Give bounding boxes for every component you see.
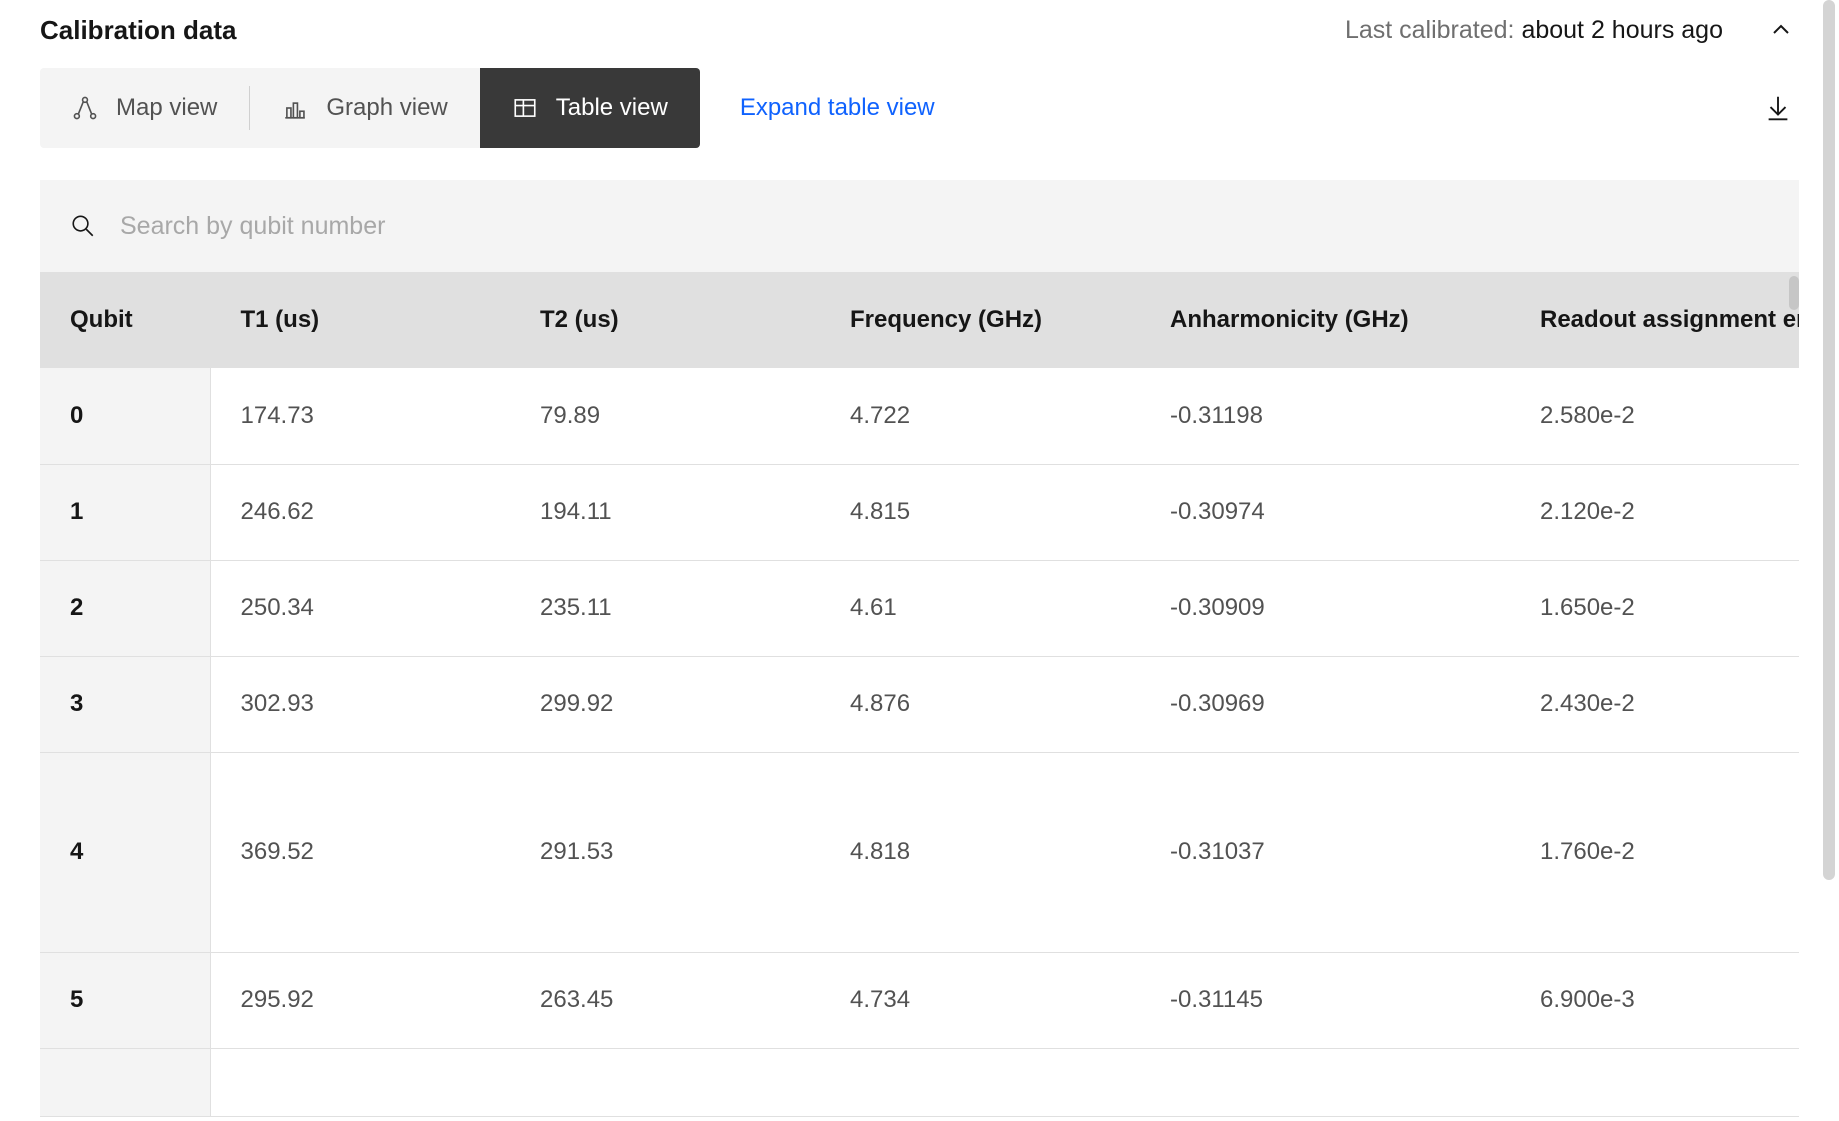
cell-anh: -0.31037 xyxy=(1140,752,1510,952)
cell-t1: 246.62 xyxy=(210,464,510,560)
cell-ro xyxy=(1510,1048,1799,1116)
last-calibrated: Last calibrated: about 2 hours ago xyxy=(1345,16,1723,45)
cell-t1: 174.73 xyxy=(210,368,510,464)
table-icon xyxy=(512,95,538,121)
cell-t2: 263.45 xyxy=(510,952,820,1048)
expand-table-link[interactable]: Expand table view xyxy=(740,94,935,122)
tab-graph-view[interactable]: Graph view xyxy=(250,68,479,148)
col-header-anharmonicity[interactable]: Anharmonicity (GHz) xyxy=(1140,272,1510,368)
table-row: 0 174.73 79.89 4.722 -0.31198 2.580e-2 xyxy=(40,368,1799,464)
cell-ro: 1.650e-2 xyxy=(1510,560,1799,656)
cell-qubit: 1 xyxy=(40,464,210,560)
cell-t1: 369.52 xyxy=(210,752,510,952)
table-row: 2 250.34 235.11 4.61 -0.30909 1.650e-2 xyxy=(40,560,1799,656)
page-scrollbar-thumb[interactable] xyxy=(1823,0,1835,880)
cell-anh: -0.30909 xyxy=(1140,560,1510,656)
cell-freq xyxy=(820,1048,1140,1116)
page-title: Calibration data xyxy=(40,15,236,46)
table-row: 3 302.93 299.92 4.876 -0.30969 2.430e-2 xyxy=(40,656,1799,752)
cell-ro: 1.760e-2 xyxy=(1510,752,1799,952)
table-container: Qubit T1 (us) T2 (us) Frequency (GHz) An… xyxy=(40,272,1799,1117)
cell-t1 xyxy=(210,1048,510,1116)
cell-qubit xyxy=(40,1048,210,1116)
tab-graph-view-label: Graph view xyxy=(326,94,447,122)
tab-table-view-label: Table view xyxy=(556,94,668,122)
cell-freq: 4.722 xyxy=(820,368,1140,464)
bar-chart-icon xyxy=(282,95,308,121)
col-header-readout[interactable]: Readout assignment error xyxy=(1510,272,1799,368)
cell-anh: -0.30969 xyxy=(1140,656,1510,752)
tab-table-view[interactable]: Table view xyxy=(480,68,700,148)
toolbar: Map view Graph view xyxy=(40,68,1799,180)
cell-freq: 4.876 xyxy=(820,656,1140,752)
cell-t2: 299.92 xyxy=(510,656,820,752)
cell-t2 xyxy=(510,1048,820,1116)
download-icon xyxy=(1763,93,1793,123)
last-calibrated-value: about 2 hours ago xyxy=(1521,16,1723,44)
col-header-qubit[interactable]: Qubit xyxy=(40,272,210,368)
table-row xyxy=(40,1048,1799,1116)
table-row: 1 246.62 194.11 4.815 -0.30974 2.120e-2 xyxy=(40,464,1799,560)
cell-qubit: 2 xyxy=(40,560,210,656)
last-calibrated-label: Last calibrated: xyxy=(1345,16,1522,44)
search-input[interactable] xyxy=(120,212,1769,241)
cell-qubit: 3 xyxy=(40,656,210,752)
cell-ro: 2.120e-2 xyxy=(1510,464,1799,560)
scrollbar-thumb[interactable] xyxy=(1789,276,1799,310)
cell-t2: 291.53 xyxy=(510,752,820,952)
cell-ro: 2.580e-2 xyxy=(1510,368,1799,464)
chevron-up-icon xyxy=(1769,18,1793,42)
cell-qubit: 0 xyxy=(40,368,210,464)
cell-t1: 295.92 xyxy=(210,952,510,1048)
cell-t2: 194.11 xyxy=(510,464,820,560)
cell-freq: 4.818 xyxy=(820,752,1140,952)
tab-map-view[interactable]: Map view xyxy=(40,68,249,148)
collapse-button[interactable] xyxy=(1763,12,1799,48)
cell-ro: 2.430e-2 xyxy=(1510,656,1799,752)
cell-ro: 6.900e-3 xyxy=(1510,952,1799,1048)
cell-freq: 4.815 xyxy=(820,464,1140,560)
search-icon xyxy=(70,213,96,239)
search-bar[interactable] xyxy=(40,180,1799,272)
cell-anh: -0.31198 xyxy=(1140,368,1510,464)
cell-t1: 250.34 xyxy=(210,560,510,656)
cell-t2: 79.89 xyxy=(510,368,820,464)
network-icon xyxy=(72,95,98,121)
cell-qubit: 4 xyxy=(40,752,210,952)
cell-anh: -0.30974 xyxy=(1140,464,1510,560)
cell-qubit: 5 xyxy=(40,952,210,1048)
panel-header: Calibration data Last calibrated: about … xyxy=(40,12,1799,68)
table-row: 4 369.52 291.53 4.818 -0.31037 1.760e-2 xyxy=(40,752,1799,952)
download-button[interactable] xyxy=(1757,87,1799,129)
col-header-frequency[interactable]: Frequency (GHz) xyxy=(820,272,1140,368)
col-header-t1[interactable]: T1 (us) xyxy=(210,272,510,368)
cell-t2: 235.11 xyxy=(510,560,820,656)
cell-anh xyxy=(1140,1048,1510,1116)
view-tabs: Map view Graph view xyxy=(40,68,700,148)
tab-map-view-label: Map view xyxy=(116,94,217,122)
table-row: 5 295.92 263.45 4.734 -0.31145 6.900e-3 xyxy=(40,952,1799,1048)
cell-freq: 4.61 xyxy=(820,560,1140,656)
cell-freq: 4.734 xyxy=(820,952,1140,1048)
col-header-t2[interactable]: T2 (us) xyxy=(510,272,820,368)
cell-anh: -0.31145 xyxy=(1140,952,1510,1048)
calibration-table: Qubit T1 (us) T2 (us) Frequency (GHz) An… xyxy=(40,272,1799,1117)
cell-t1: 302.93 xyxy=(210,656,510,752)
table-header-row: Qubit T1 (us) T2 (us) Frequency (GHz) An… xyxy=(40,272,1799,368)
